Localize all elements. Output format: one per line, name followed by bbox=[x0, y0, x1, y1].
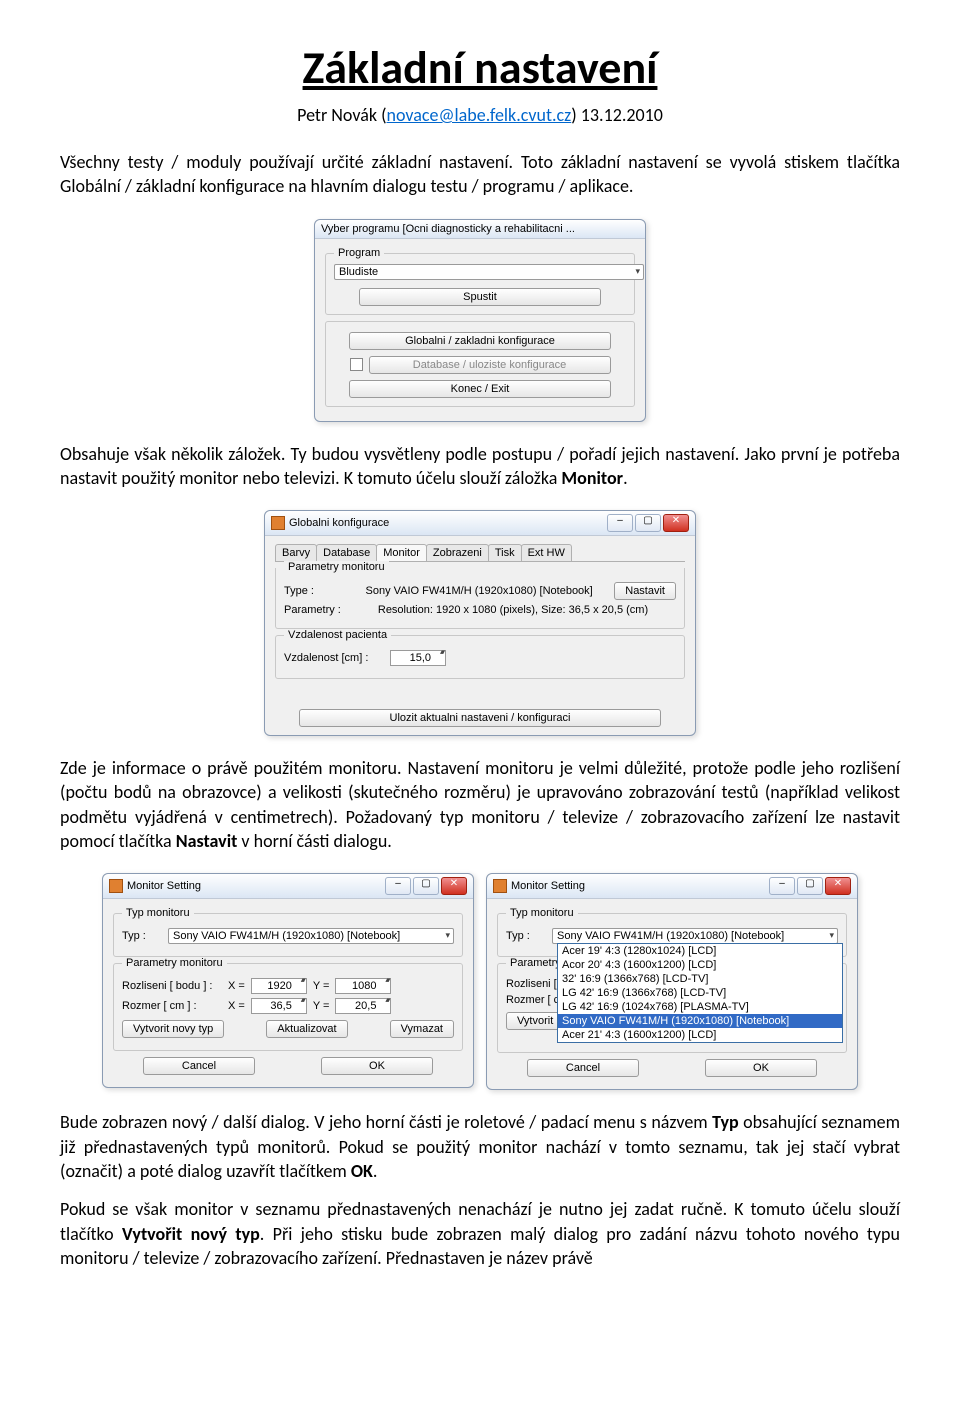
res-x-spinner[interactable]: 1920 bbox=[251, 978, 307, 994]
group-monitor-params: Parametry monitoru bbox=[284, 561, 389, 573]
dialog-title: Monitor Setting bbox=[127, 880, 201, 892]
distance-spinner[interactable]: 15,0 bbox=[390, 650, 446, 666]
size-x-spinner[interactable]: 36,5 bbox=[251, 998, 307, 1014]
paragraph-2: Obsahuje však několik záložek. Ty budou … bbox=[60, 442, 900, 491]
size-y-spinner[interactable]: 20,5 bbox=[335, 998, 391, 1014]
dialog-title: Monitor Setting bbox=[511, 880, 585, 892]
dialog-title: Vyber programu [Ocni diagnosticky a reha… bbox=[321, 223, 575, 235]
db-checkbox[interactable] bbox=[350, 358, 363, 371]
group-monitortype: Typ monitoru bbox=[122, 907, 194, 919]
group-monitor-params: Parametry monitoru bbox=[122, 957, 227, 969]
close-icon[interactable]: ✕ bbox=[663, 514, 689, 532]
dialog-monitor-setting-right: Monitor Setting – ▢ ✕ Typ monitoru Typ :… bbox=[486, 873, 858, 1090]
label-params: Parametry : bbox=[284, 604, 344, 616]
dropdown-option[interactable]: Acor 20' 4:3 (1600x1200) [LCD] bbox=[558, 958, 842, 972]
paragraph-5: Pokud se však monitor v seznamu přednast… bbox=[60, 1197, 900, 1270]
minimize-icon[interactable]: – bbox=[769, 877, 795, 895]
tab-strip: Barvy Database Monitor Zobrazeni Tisk Ex… bbox=[275, 544, 685, 562]
nastavit-button[interactable]: Nastavit bbox=[614, 582, 676, 600]
author-line: Petr Novák (novace@labe.felk.cvut.cz) 13… bbox=[60, 104, 900, 126]
dialog-program-select: Vyber programu [Ocni diagnosticky a reha… bbox=[314, 219, 646, 422]
tab-exthw[interactable]: Ext HW bbox=[521, 544, 572, 561]
monitor-type-combo-open[interactable]: Sony VAIO FW41M/H (1920x1080) [Notebook] bbox=[552, 928, 838, 944]
dropdown-option[interactable]: 32' 16:9 (1366x768) [LCD-TV] bbox=[558, 972, 842, 986]
minimize-icon[interactable]: – bbox=[385, 877, 411, 895]
dialog-title: Globalni konfigurace bbox=[289, 517, 389, 529]
dropdown-option[interactable]: LG 42' 16:9 (1366x768) [LCD-TV] bbox=[558, 986, 842, 1000]
close-icon[interactable]: ✕ bbox=[825, 877, 851, 895]
label-type: Type : bbox=[284, 585, 344, 597]
paragraph-1: Všechny testy / moduly používají určité … bbox=[60, 150, 900, 199]
program-combo[interactable]: Bludiste bbox=[334, 264, 644, 280]
author-email-link[interactable]: novace@labe.felk.cvut.cz bbox=[387, 104, 572, 126]
tab-zobrazeni[interactable]: Zobrazeni bbox=[426, 544, 489, 561]
app-icon bbox=[493, 879, 507, 893]
delete-button[interactable]: Vymazat bbox=[390, 1020, 454, 1038]
dialog-monitor-setting-left: Monitor Setting – ▢ ✕ Typ monitoru Typ :… bbox=[102, 873, 474, 1088]
label-distance: Vzdalenost [cm] : bbox=[284, 652, 384, 664]
dialog-global-config: Globalni konfigurace – ▢ ✕ Barvy Databas… bbox=[264, 510, 696, 736]
group-program-title: Program bbox=[334, 247, 384, 259]
label-rozmer: Rozmer [ cm ] : bbox=[122, 1000, 222, 1012]
global-config-button[interactable]: Globalni / zakladni konfigurace bbox=[349, 332, 611, 350]
tab-barvy[interactable]: Barvy bbox=[275, 544, 317, 561]
dropdown-option-selected[interactable]: Sony VAIO FW41M/H (1920x1080) [Notebook] bbox=[558, 1014, 842, 1028]
label-typ: Typ : bbox=[506, 930, 546, 942]
maximize-icon[interactable]: ▢ bbox=[413, 877, 439, 895]
group-monitortype: Typ monitoru bbox=[506, 907, 578, 919]
database-button[interactable]: Database / uloziste konfigurace bbox=[369, 356, 611, 374]
label-rozliseni-partial: Rozliseni [ bbox=[506, 978, 557, 990]
ok-button[interactable]: OK bbox=[321, 1057, 433, 1075]
tab-database[interactable]: Database bbox=[316, 544, 377, 561]
ok-button[interactable]: OK bbox=[705, 1059, 817, 1077]
minimize-icon[interactable]: – bbox=[607, 514, 633, 532]
monitor-type-combo[interactable]: Sony VAIO FW41M/H (1920x1080) [Notebook] bbox=[168, 928, 454, 944]
dropdown-option[interactable]: Acer 21' 4:3 (1600x1200) [LCD] bbox=[558, 1028, 842, 1042]
value-type: Sony VAIO FW41M/H (1920x1080) [Notebook] bbox=[350, 585, 608, 597]
app-icon bbox=[109, 879, 123, 893]
save-config-button[interactable]: Ulozit aktualni nastaveni / konfiguraci bbox=[299, 709, 661, 727]
exit-button[interactable]: Konec / Exit bbox=[349, 380, 611, 398]
monitor-type-dropdown[interactable]: Acer 19' 4:3 (1280x1024) [LCD] Acor 20' … bbox=[557, 943, 843, 1043]
update-button[interactable]: Aktualizovat bbox=[266, 1020, 347, 1038]
cancel-button[interactable]: Cancel bbox=[143, 1057, 255, 1075]
dropdown-option[interactable]: Acer 19' 4:3 (1280x1024) [LCD] bbox=[558, 944, 842, 958]
new-type-button[interactable]: Vytvorit novy typ bbox=[122, 1020, 224, 1038]
paragraph-3: Zde je informace o právě použitém monito… bbox=[60, 756, 900, 853]
tab-tisk[interactable]: Tisk bbox=[488, 544, 522, 561]
res-y-spinner[interactable]: 1080 bbox=[335, 978, 391, 994]
value-params: Resolution: 1920 x 1080 (pixels), Size: … bbox=[350, 604, 676, 616]
maximize-icon[interactable]: ▢ bbox=[797, 877, 823, 895]
label-rozmer-partial: Rozmer [ c bbox=[506, 994, 559, 1006]
app-icon bbox=[271, 516, 285, 530]
tab-monitor[interactable]: Monitor bbox=[376, 544, 427, 561]
paragraph-4: Bude zobrazen nový / další dialog. V jeh… bbox=[60, 1110, 900, 1183]
dropdown-option[interactable]: LG 42' 16:9 (1024x768) [PLASMA-TV] bbox=[558, 1000, 842, 1014]
spustit-button[interactable]: Spustit bbox=[359, 288, 601, 306]
maximize-icon[interactable]: ▢ bbox=[635, 514, 661, 532]
group-distance: Vzdalenost pacienta bbox=[284, 629, 391, 641]
close-icon[interactable]: ✕ bbox=[441, 877, 467, 895]
label-rozliseni: Rozliseni [ bodu ] : bbox=[122, 980, 222, 992]
label-typ: Typ : bbox=[122, 930, 162, 942]
page-title: Základní nastavení bbox=[60, 40, 900, 96]
cancel-button[interactable]: Cancel bbox=[527, 1059, 639, 1077]
